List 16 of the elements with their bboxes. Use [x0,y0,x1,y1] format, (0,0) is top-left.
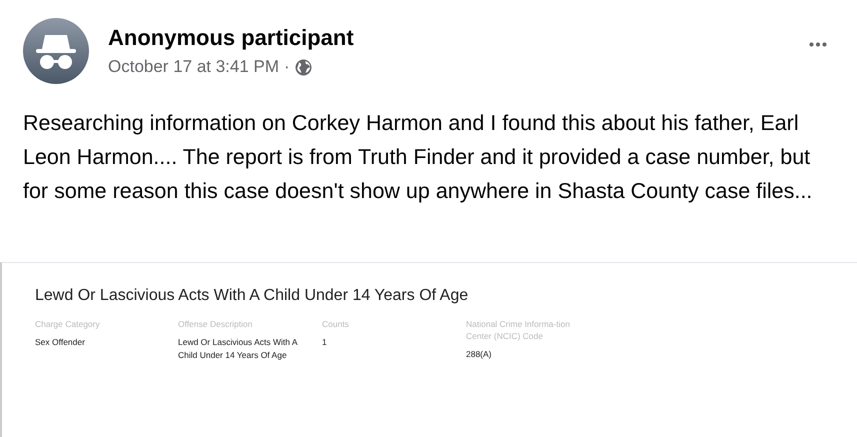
field-label: National Crime Informa-tion Center (NCIC) Code [466,318,571,342]
author-name[interactable]: Anonymous participant [108,25,803,51]
field-label: Offense Description [178,318,254,330]
incognito-avatar-icon[interactable] [23,18,89,84]
post-time[interactable]: October 17 at 3:41 PM [108,57,280,77]
field-label: Counts [322,318,350,330]
more-icon [809,42,827,46]
field-value: Sex Offender [35,336,86,348]
separator-dot: · [284,57,290,77]
globe-icon [294,58,312,76]
post-text: Researching information on Corkey Harmon and I found this about his father, Earl Leon Harmon.... The report is from Truth Finder and it provided a case number, but for some reason this case doesn't show up anywhere in Shasta County case files... [23,110,814,205]
field-value: 288(A) [466,348,493,360]
field-value: Lewd Or Lascivious Acts With A Child Under 14 Years Of Age [178,336,298,361]
document-title: Lewd Or Lascivious Acts With A Child Under 14 Years Of Age [35,287,470,305]
field-label: Charge Category [35,318,101,330]
field-value: 1 [322,336,328,348]
